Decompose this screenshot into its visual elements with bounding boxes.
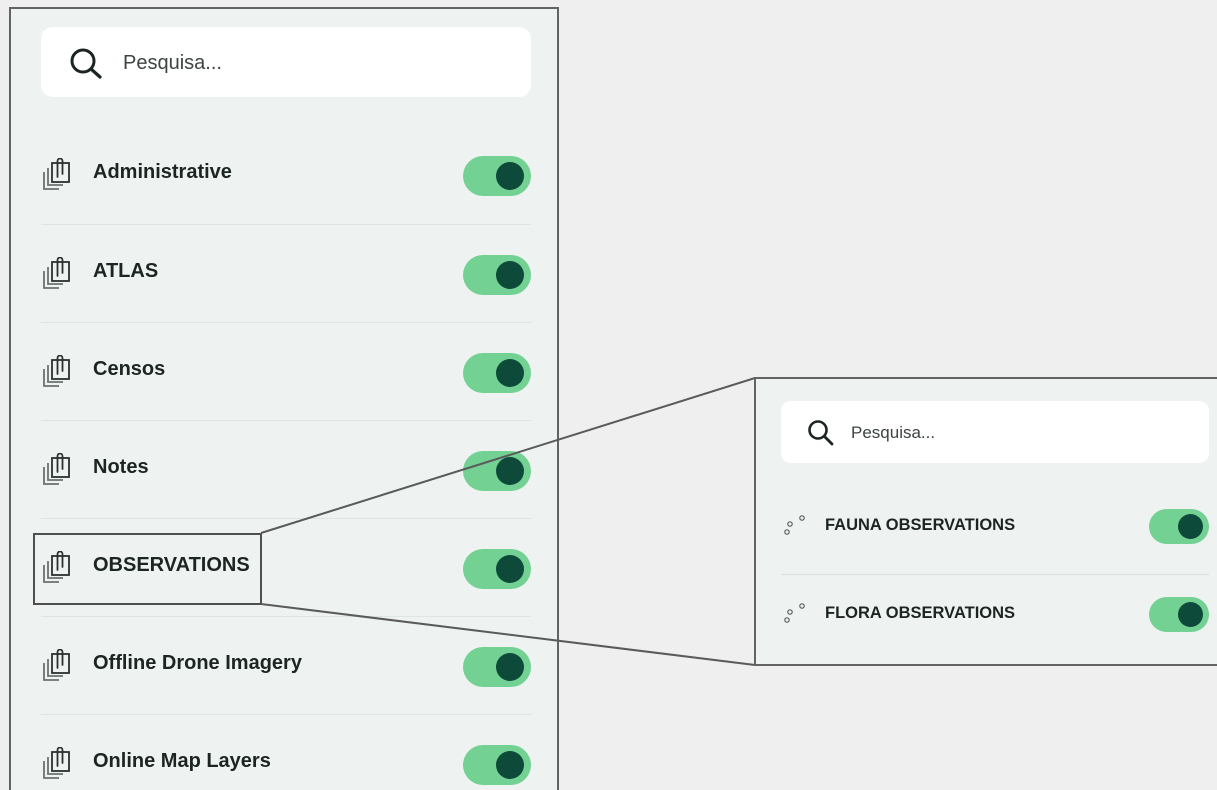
toggle-knob (1178, 514, 1203, 539)
sublayer-label: FAUNA OBSERVATIONS (825, 516, 1016, 534)
sublayer-list: FAUNA OBSERVATIONS FLORA OBSERVATIONS (781, 487, 1209, 661)
toggle-knob (496, 751, 524, 779)
layer-visibility-toggle[interactable] (463, 353, 531, 393)
layer-row-notes[interactable]: Notes (41, 420, 531, 518)
layer-visibility-toggle[interactable] (463, 647, 531, 687)
sublayer-search-bar[interactable] (781, 401, 1209, 463)
toggle-knob (496, 359, 524, 387)
layer-list: Administrative ATLAS Censos Notes OBSERVATIO… (41, 126, 531, 790)
search-bar[interactable] (41, 27, 531, 97)
layer-row-administrative[interactable]: Administrative (41, 126, 531, 224)
toggle-knob (496, 653, 524, 681)
layer-visibility-toggle[interactable] (463, 255, 531, 295)
layer-label: ATLAS (93, 260, 159, 282)
layer-group-icon (41, 452, 73, 487)
point-layer-icon (783, 512, 811, 540)
layer-row-offline-drone-imagery[interactable]: Offline Drone Imagery (41, 616, 531, 714)
layer-group-icon (41, 746, 73, 781)
layer-visibility-toggle[interactable] (463, 156, 531, 196)
sublayer-visibility-toggle[interactable] (1149, 509, 1209, 544)
layer-label: Notes (93, 456, 149, 478)
search-icon (808, 420, 834, 446)
observations-sublayers-panel: FAUNA OBSERVATIONS FLORA OBSERVATIONS (754, 377, 1217, 666)
layer-label: Offline Drone Imagery (93, 652, 302, 674)
layers-panel: AdministrativeATLASCensosNotesOBSERVATIO… (9, 7, 559, 790)
sublayer-label: FLORA OBSERVATIONS (825, 604, 1016, 622)
sublayer-row-fauna-observations[interactable]: FAUNA OBSERVATIONS (781, 487, 1209, 574)
toggle-knob (496, 261, 524, 289)
point-layer-icon (783, 600, 811, 628)
search-input[interactable] (121, 45, 505, 81)
screenshot-stage: AdministrativeATLASCensosNotesOBSERVATIO… (0, 0, 1217, 790)
observations-highlight (33, 533, 262, 605)
layer-row-censos[interactable]: Censos (41, 322, 531, 420)
layer-row-atlas[interactable]: ATLAS (41, 224, 531, 322)
toggle-knob (496, 162, 524, 190)
layer-group-icon (41, 354, 73, 389)
sublayer-search-input[interactable] (849, 418, 1183, 448)
layer-label: Online Map Layers (93, 750, 271, 772)
layer-visibility-toggle[interactable] (463, 451, 531, 491)
layer-group-icon (41, 256, 73, 291)
sublayer-row-flora-observations[interactable]: FLORA OBSERVATIONS (781, 574, 1209, 661)
layer-row-online-map-layers[interactable]: Online Map Layers (41, 714, 531, 790)
layer-group-icon (41, 157, 73, 192)
toggle-knob (1178, 602, 1203, 627)
layer-visibility-toggle[interactable] (463, 549, 531, 589)
search-icon (70, 48, 102, 79)
layer-visibility-toggle[interactable] (463, 745, 531, 785)
layer-label: Administrative (93, 161, 232, 183)
layer-label: Censos (93, 358, 166, 380)
sublayer-visibility-toggle[interactable] (1149, 597, 1209, 632)
toggle-knob (496, 457, 524, 485)
toggle-knob (496, 555, 524, 583)
layer-group-icon (41, 648, 73, 683)
